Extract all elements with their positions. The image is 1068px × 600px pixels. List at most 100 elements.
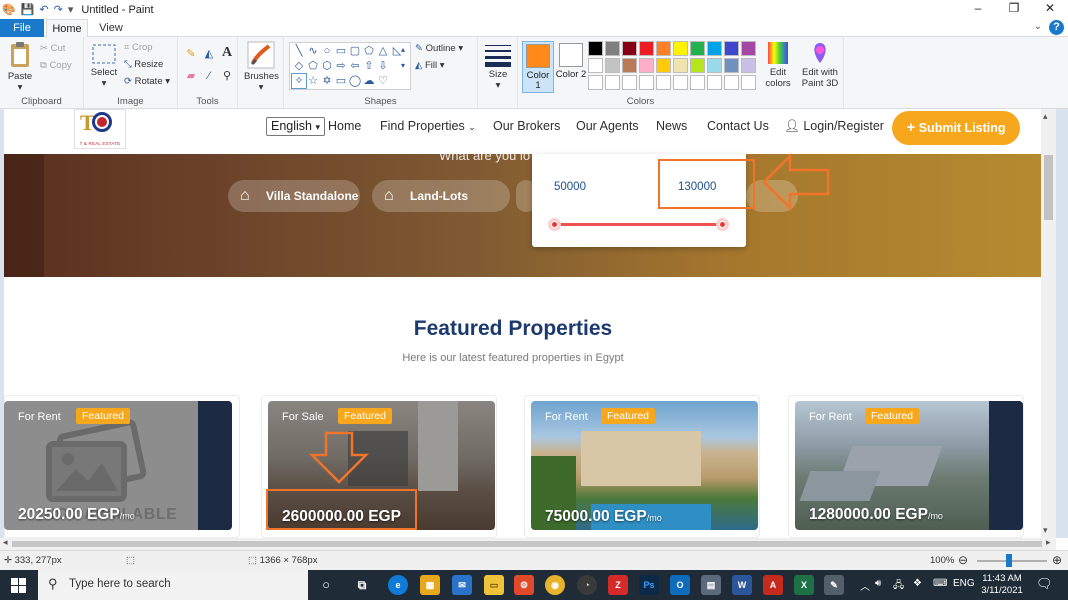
horizontal-scroll-thumb[interactable] xyxy=(12,541,1042,547)
price-slider-min-handle[interactable] xyxy=(548,218,561,231)
arrow-right-shape-icon[interactable]: ⇨ xyxy=(334,59,348,73)
edit-paint3d-button[interactable]: Edit with Paint 3D xyxy=(799,41,841,89)
nav-our-brokers[interactable]: Our Brokers xyxy=(493,119,560,133)
excel-icon[interactable]: X xyxy=(794,575,814,595)
size-button[interactable]: Size ▾ xyxy=(483,43,513,91)
palette-swatch[interactable] xyxy=(656,75,671,90)
task-view-icon[interactable]: ⧉ xyxy=(352,575,372,595)
shapes-scroll-down-icon[interactable]: ▾ xyxy=(396,59,410,73)
filezilla-icon[interactable]: Z xyxy=(608,575,628,595)
chip-villa-standalone[interactable]: ⌂ Villa Standalone xyxy=(228,180,360,212)
palette-swatch[interactable] xyxy=(639,41,654,56)
edge-icon[interactable]: e xyxy=(388,575,408,595)
taskbar-clock[interactable]: 11:43 AM 3/11/2021 xyxy=(980,573,1024,597)
palette-swatch[interactable] xyxy=(707,58,722,73)
scroll-down-icon[interactable]: ▾ xyxy=(1043,525,1048,536)
color1-button[interactable]: Color 1 xyxy=(522,41,554,93)
palette-swatch[interactable] xyxy=(656,41,671,56)
palette-swatch[interactable] xyxy=(690,58,705,73)
fill-button[interactable]: ◭ Fill ▾ xyxy=(415,60,445,71)
polygon-shape-icon[interactable]: ⬠ xyxy=(362,44,376,58)
nav-contact-us[interactable]: Contact Us xyxy=(707,119,769,133)
price-slider-track[interactable] xyxy=(553,223,724,226)
palette-swatch[interactable] xyxy=(741,75,756,90)
rotate-button[interactable]: ⟳ Rotate ▾ xyxy=(124,76,170,87)
nav-our-agents[interactable]: Our Agents xyxy=(576,119,639,133)
callout-oval-icon[interactable]: ◯ xyxy=(348,74,362,88)
taskbar-search[interactable]: ⚲ Type here to search xyxy=(38,570,308,600)
zoom-slider-track[interactable] xyxy=(977,560,1047,562)
palette-swatch[interactable] xyxy=(622,41,637,56)
submit-listing-button[interactable]: + Submit Listing xyxy=(892,111,1020,145)
price-slider-max-handle[interactable] xyxy=(716,218,729,231)
palette-swatch[interactable] xyxy=(741,41,756,56)
color2-button[interactable]: Color 2 xyxy=(555,41,587,93)
edit-colors-button[interactable]: Edit colors xyxy=(761,41,795,89)
price-min-value[interactable]: 50000 xyxy=(554,181,586,193)
palette-swatch[interactable] xyxy=(622,75,637,90)
tab-file[interactable]: File xyxy=(0,19,44,37)
network-icon[interactable]: 🖧 xyxy=(893,578,904,595)
palette-swatch[interactable] xyxy=(690,41,705,56)
nav-news[interactable]: News xyxy=(656,119,687,133)
site-logo[interactable]: T T & REAL ESTATE xyxy=(74,109,126,149)
dropbox-icon[interactable]: ❖ xyxy=(913,578,922,589)
calculator-icon[interactable]: ▤ xyxy=(701,575,721,595)
restore-button[interactable]: ❐ xyxy=(996,0,1032,19)
five-point-star-icon[interactable]: ☆ xyxy=(306,74,320,88)
close-button[interactable]: ✕ xyxy=(1032,0,1068,19)
brushes-button[interactable]: Brushes ▾ xyxy=(244,41,279,93)
arrow-down-shape-icon[interactable]: ⇩ xyxy=(376,59,390,73)
rounded-rect-shape-icon[interactable]: ▢ xyxy=(348,44,362,58)
start-button[interactable] xyxy=(0,570,38,600)
color-picker-icon[interactable]: ⁄ xyxy=(202,69,216,83)
zoom-out-icon[interactable]: ⊖ xyxy=(958,553,968,567)
rectangle-shape-icon[interactable]: ▭ xyxy=(334,44,348,58)
zoom-in-icon[interactable]: ⊕ xyxy=(1052,553,1062,567)
palette-swatch[interactable] xyxy=(605,58,620,73)
palette-swatch[interactable] xyxy=(724,75,739,90)
palette-swatch[interactable] xyxy=(690,75,705,90)
minimize-button[interactable]: – xyxy=(960,0,996,19)
fill-bucket-icon[interactable]: ◭ xyxy=(202,47,216,61)
property-photo[interactable]: For Rent Featured 1280000.00 EGP/mo xyxy=(795,401,1023,530)
language-select[interactable]: English ▾ xyxy=(266,117,326,136)
palette-swatch[interactable] xyxy=(673,41,688,56)
vertical-scroll-thumb[interactable] xyxy=(1044,155,1053,220)
speedometer-icon[interactable]: ◔ xyxy=(577,575,597,595)
input-language[interactable]: ENG xyxy=(953,578,975,589)
save-icon[interactable]: 💾 xyxy=(21,3,35,16)
palette-swatch[interactable] xyxy=(588,41,603,56)
property-photo[interactable]: NOT AVAILABLE For Rent Featured 20250.00… xyxy=(4,401,232,530)
scroll-right-icon[interactable]: ▸ xyxy=(1046,537,1051,548)
scroll-left-icon[interactable]: ◂ xyxy=(3,537,8,548)
file-explorer-icon[interactable]: ▭ xyxy=(484,575,504,595)
heart-shape-icon[interactable]: ♡ xyxy=(376,74,390,88)
palette-swatch[interactable] xyxy=(588,75,603,90)
nav-home[interactable]: Home xyxy=(328,119,361,133)
redo-icon[interactable]: ↷ xyxy=(54,3,63,16)
palette-swatch[interactable] xyxy=(724,41,739,56)
palette-swatch[interactable] xyxy=(622,58,637,73)
help-icon[interactable]: ? xyxy=(1049,20,1064,35)
paint-taskbar-icon[interactable]: ✎ xyxy=(824,575,844,595)
palette-swatch[interactable] xyxy=(656,58,671,73)
notifications-icon[interactable]: 🗨 xyxy=(1036,576,1053,592)
resize-button[interactable]: ⤡ Resize xyxy=(124,59,163,70)
nav-find-properties[interactable]: Find Properties ⌄ xyxy=(380,119,476,133)
select-button[interactable]: Select ▾ xyxy=(89,43,119,89)
arrow-left-shape-icon[interactable]: ⇦ xyxy=(348,59,362,73)
line-shape-icon[interactable]: ╲ xyxy=(292,44,306,58)
undo-icon[interactable]: ↶ xyxy=(39,3,48,16)
cut-button[interactable]: ✂ Cut xyxy=(40,43,65,54)
canvas-area[interactable]: T T & REAL ESTATE English ▾ Home Find Pr… xyxy=(0,109,1068,538)
crop-button[interactable]: ⌗ Crop xyxy=(124,42,153,53)
acrobat-icon[interactable]: A xyxy=(763,575,783,595)
palette-swatch[interactable] xyxy=(639,75,654,90)
photoshop-icon[interactable]: Ps xyxy=(639,575,659,595)
chip-land-lots[interactable]: ⌂ Land-Lots xyxy=(372,180,510,212)
store-icon[interactable]: ▦ xyxy=(420,575,440,595)
cortana-icon[interactable]: ○ xyxy=(316,575,336,595)
horizontal-scrollbar[interactable]: ◂ ▸ xyxy=(0,537,1056,550)
pentagon-shape-icon[interactable]: ⬠ xyxy=(306,59,320,73)
